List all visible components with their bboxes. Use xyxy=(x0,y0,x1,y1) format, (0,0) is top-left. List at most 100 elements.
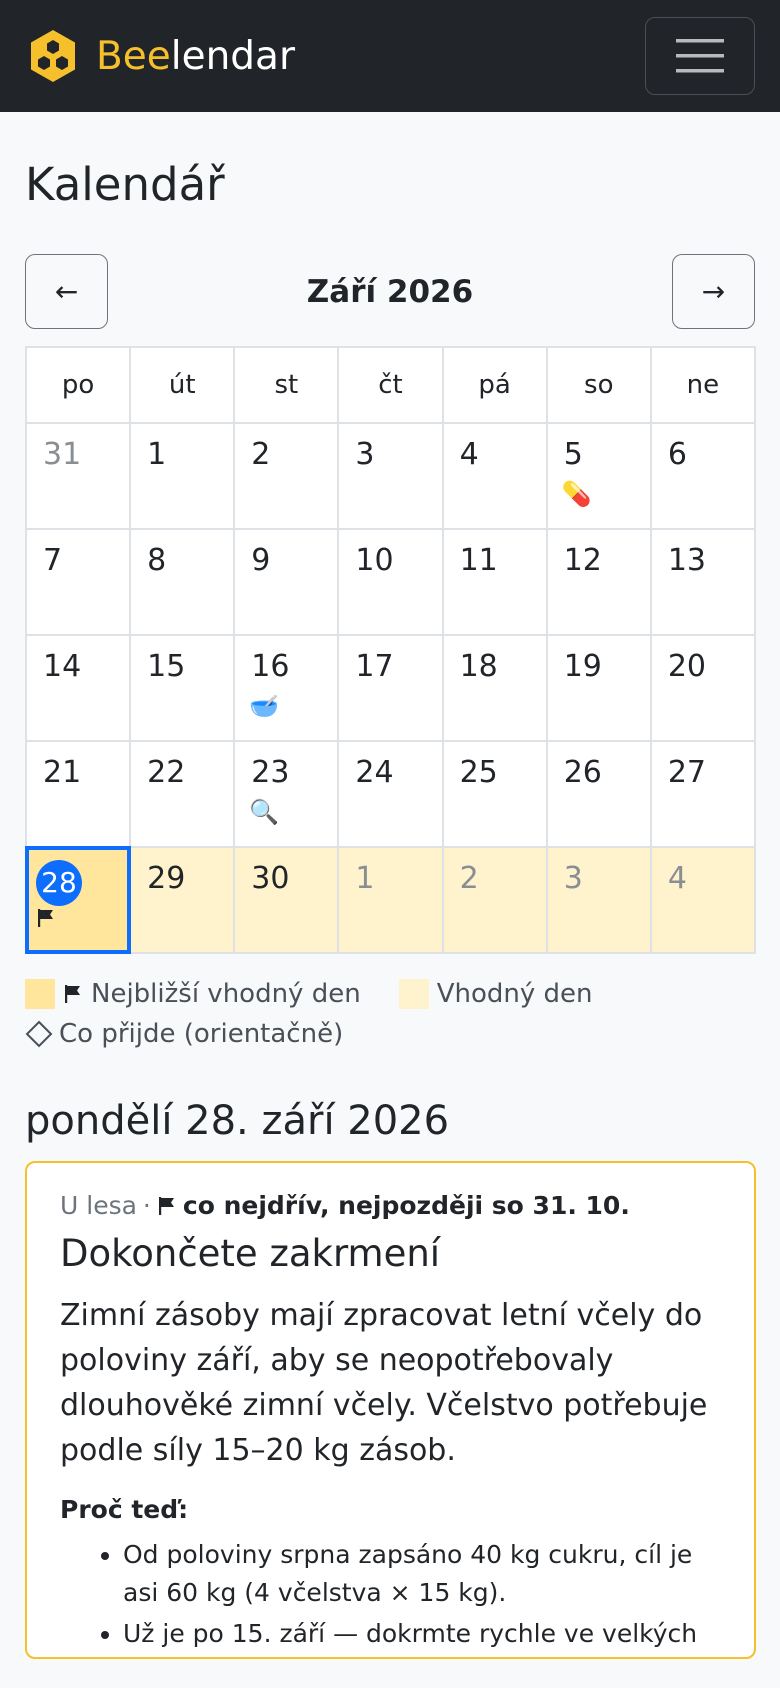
weekday-header: čt xyxy=(337,346,444,424)
navbar: Beelendar xyxy=(0,0,780,112)
reason-item: Od poloviny srpna zapsáno 40 kg cukru, c… xyxy=(123,1536,721,1611)
calendar-week-row: 7 8 9 10 11 12 13 xyxy=(24,528,757,636)
main-content: Kalendář ← Září 2026 → po út st čt pá so ne 31… xyxy=(0,162,780,1659)
flag-icon xyxy=(158,1196,174,1215)
calendar-week-row: 14 15 16 🥣 17 18 19 20 xyxy=(24,634,757,742)
weekday-header-row: po út st čt pá so ne xyxy=(24,346,757,424)
weekday-header: pá xyxy=(441,346,548,424)
legend-nearest: Nejbližší vhodný den xyxy=(25,979,361,1009)
calendar-day[interactable]: 13 xyxy=(649,528,757,636)
calendar-day[interactable]: 4 xyxy=(441,422,548,530)
calendar-week-row: 31 1 2 3 4 5 💊 6 xyxy=(24,422,757,530)
task-title: Dokončete zakrmení xyxy=(60,1232,441,1275)
legend-upcoming-label: Co přijde (orientačně) xyxy=(59,1019,344,1049)
calendar-day[interactable]: 19 xyxy=(545,634,652,742)
calendar-day[interactable]: 11 xyxy=(441,528,548,636)
day-number: 20 xyxy=(667,649,707,684)
day-number: 2 xyxy=(251,437,271,472)
calendar-day[interactable]: 22 xyxy=(129,740,236,848)
next-month-button[interactable]: → xyxy=(671,254,755,329)
day-number: 9 xyxy=(251,543,271,578)
task-deadline: co nejdřív, nejpozději so 31. 10. xyxy=(157,1191,630,1220)
nearest-swatch xyxy=(25,979,55,1009)
calendar-day[interactable]: 30 xyxy=(233,846,340,954)
day-number: 26 xyxy=(563,755,602,790)
calendar-day[interactable]: 1 xyxy=(337,846,444,954)
calendar-day[interactable]: 9 xyxy=(233,528,340,636)
calendar-day[interactable]: 4 xyxy=(649,846,757,954)
flag-icon xyxy=(38,909,53,927)
day-number: 19 xyxy=(563,649,602,684)
day-number: 25 xyxy=(459,755,498,790)
calendar-day[interactable]: 18 xyxy=(441,634,548,742)
calendar-grid: po út st čt pá so ne 31 1 2 3 4 5 💊 6 7 8 9 10 11 12 13 14 15 1… xyxy=(24,346,757,954)
calendar-day[interactable]: 16 🥣 xyxy=(233,634,340,742)
day-number: 11 xyxy=(459,543,498,578)
weekday-header: út xyxy=(129,346,236,424)
day-number: 13 xyxy=(667,543,707,578)
flag-icon xyxy=(65,985,80,1003)
day-number: 3 xyxy=(563,861,583,896)
calendar-day[interactable]: 7 xyxy=(24,528,132,636)
day-number: 10 xyxy=(355,543,394,578)
selected-date-heading: pondělí 28. září 2026 xyxy=(25,1098,450,1144)
calendar-day-today[interactable]: 28 xyxy=(24,846,132,954)
day-number: 17 xyxy=(355,649,394,684)
weekday-header: po xyxy=(24,346,132,424)
day-number: 24 xyxy=(355,755,394,790)
calendar-day[interactable]: 1 xyxy=(129,422,236,530)
legend: Nejbližší vhodný den Vhodný den Co přijd… xyxy=(25,974,755,1054)
calendar-day[interactable]: 5 💊 xyxy=(545,422,652,530)
calendar-day[interactable]: 15 xyxy=(129,634,236,742)
menu-toggle-button[interactable] xyxy=(645,17,755,95)
day-number: 22 xyxy=(147,755,186,790)
day-number: 15 xyxy=(147,649,186,684)
calendar-body: 31 1 2 3 4 5 💊 6 7 8 9 10 11 12 13 14 15 16 🥣 17 18 19 20 21 22 2… xyxy=(24,422,757,954)
day-number: 21 xyxy=(43,755,82,790)
calendar-day[interactable]: 27 xyxy=(649,740,757,848)
day-number: 28 xyxy=(36,860,82,906)
calendar-day[interactable]: 17 xyxy=(337,634,444,742)
calendar-day[interactable]: 14 xyxy=(24,634,132,742)
calendar-week-row: 21 22 23 🔍 24 25 26 27 xyxy=(24,740,757,848)
calendar-day[interactable]: 24 xyxy=(337,740,444,848)
task-meta: U lesa · co nejdřív, nejpozději so 31. 1… xyxy=(60,1191,721,1220)
calendar-day[interactable]: 8 xyxy=(129,528,236,636)
day-number: 1 xyxy=(355,861,375,896)
day-number: 8 xyxy=(147,543,167,578)
suitable-swatch xyxy=(398,979,429,1009)
calendar-day[interactable]: 10 xyxy=(337,528,444,636)
brand-link[interactable]: Beelendar xyxy=(28,28,295,84)
calendar-day[interactable]: 2 xyxy=(233,422,340,530)
task-description: Zimní zásoby mají zpracovat letní včely … xyxy=(60,1298,708,1468)
calendar-day[interactable]: 23 🔍 xyxy=(233,740,340,848)
day-number: 23 xyxy=(251,755,290,790)
reason-item: Už je po 15. září — dokrmte rychle ve ve… xyxy=(123,1615,721,1653)
day-number: 27 xyxy=(667,755,707,790)
calendar-day[interactable]: 25 xyxy=(441,740,548,848)
calendar-day[interactable]: 26 xyxy=(545,740,652,848)
reason-list: Od poloviny srpna zapsáno 40 kg cukru, c… xyxy=(60,1536,721,1653)
why-now-label: Proč teď: xyxy=(60,1495,189,1524)
meta-separator: · xyxy=(142,1191,151,1220)
task-location: U lesa xyxy=(60,1191,137,1220)
prev-month-button[interactable]: ← xyxy=(25,254,108,329)
day-number: 29 xyxy=(147,861,186,896)
calendar-day[interactable]: 29 xyxy=(129,846,236,954)
calendar-day[interactable]: 2 xyxy=(441,846,548,954)
legend-suitable-label: Vhodný den xyxy=(436,979,593,1009)
hamburger-icon xyxy=(676,39,724,73)
calendar-day[interactable]: 3 xyxy=(337,422,444,530)
calendar-day[interactable]: 20 xyxy=(649,634,757,742)
day-number: 1 xyxy=(147,437,167,472)
calendar-day[interactable]: 31 xyxy=(24,422,132,530)
diamond-icon xyxy=(25,1020,53,1048)
calendar-day[interactable]: 3 xyxy=(545,846,652,954)
calendar-day[interactable]: 6 xyxy=(649,422,757,530)
weekday-header: ne xyxy=(649,346,757,424)
day-number: 31 xyxy=(43,437,82,472)
task-card: U lesa · co nejdřív, nejpozději so 31. 1… xyxy=(25,1161,756,1659)
legend-suitable: Vhodný den xyxy=(398,979,593,1009)
calendar-day[interactable]: 21 xyxy=(24,740,132,848)
calendar-day[interactable]: 12 xyxy=(545,528,652,636)
